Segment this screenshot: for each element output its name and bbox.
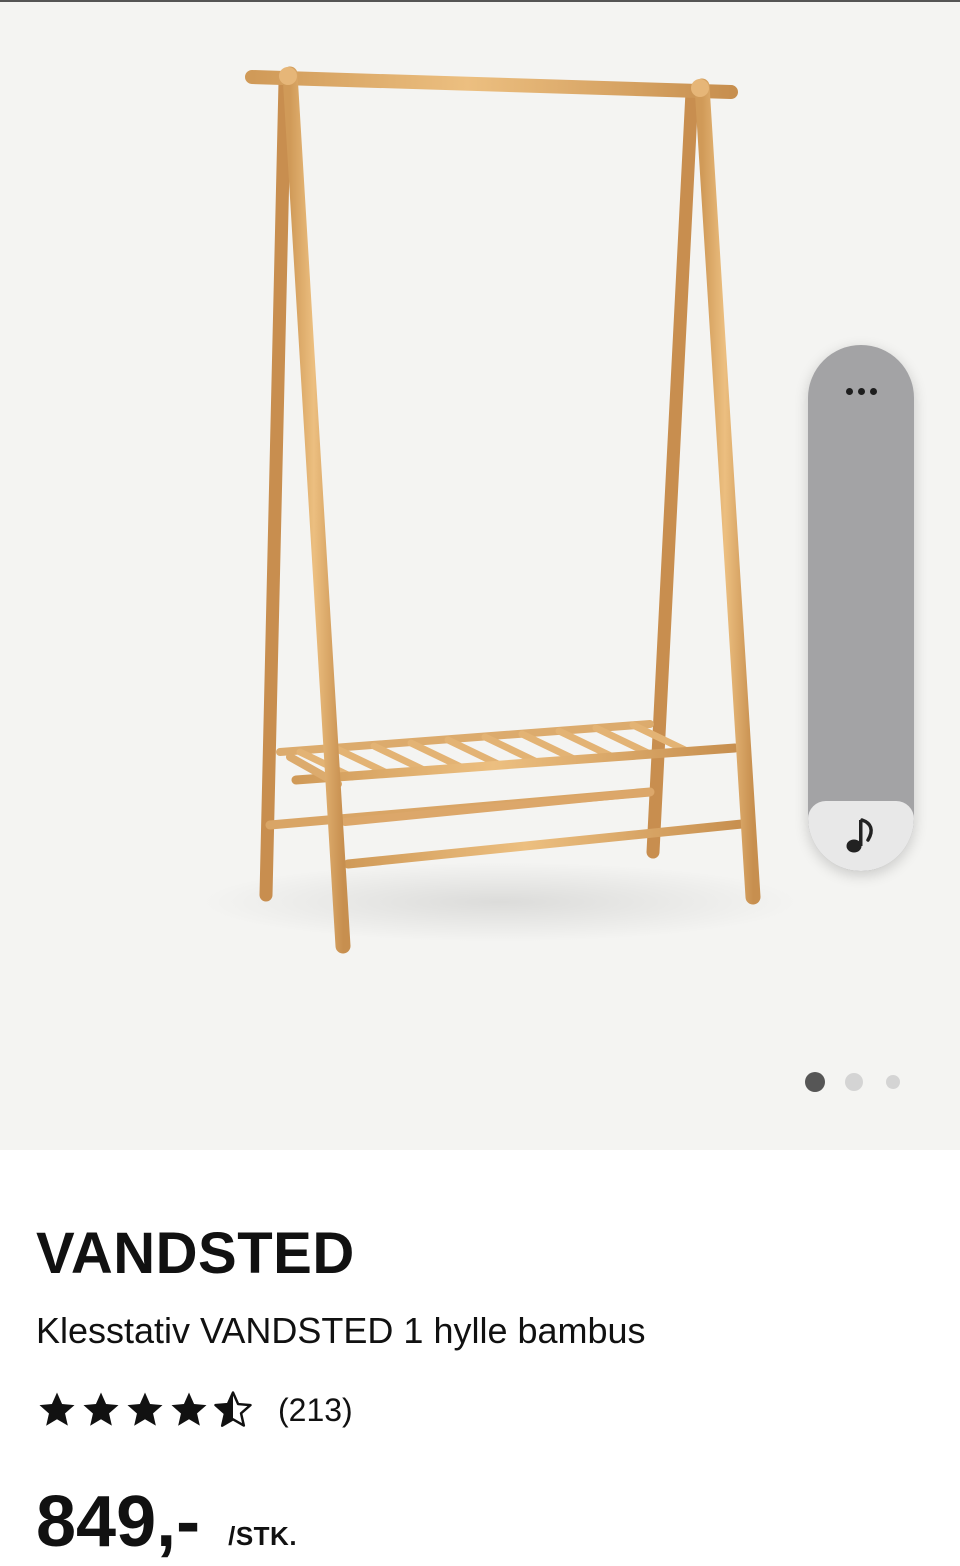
product-title: Klesstativ VANDSTED 1 hylle bambus [36,1310,646,1351]
carousel-dot[interactable] [886,1075,900,1089]
floating-side-panel[interactable] [808,345,914,871]
carousel-pagination [0,1072,960,1092]
product-brand: VANDSTED [36,1221,355,1286]
review-count[interactable]: (213) [278,1390,353,1430]
price-unit: /STK. [228,1521,298,1551]
carousel-dot[interactable] [845,1073,863,1091]
star-full-icon [83,1392,119,1426]
more-options-button[interactable] [808,369,914,413]
more-horizontal-icon [857,387,865,395]
product-image-gallery[interactable] [0,2,960,1150]
more-horizontal-icon [845,387,853,395]
rating-stars [36,1389,256,1431]
star-full-icon [171,1392,207,1426]
product-rating[interactable]: (213) [36,1388,353,1432]
product-price: 849,- [36,1482,201,1562]
carousel-dot-active[interactable] [805,1072,825,1092]
star-full-icon [39,1392,75,1426]
more-horizontal-icon [869,387,877,395]
music-note-icon [846,818,873,853]
price-row: 849,- /STK. [36,1472,297,1562]
star-half-icon [214,1391,252,1427]
star-full-icon [127,1392,163,1426]
